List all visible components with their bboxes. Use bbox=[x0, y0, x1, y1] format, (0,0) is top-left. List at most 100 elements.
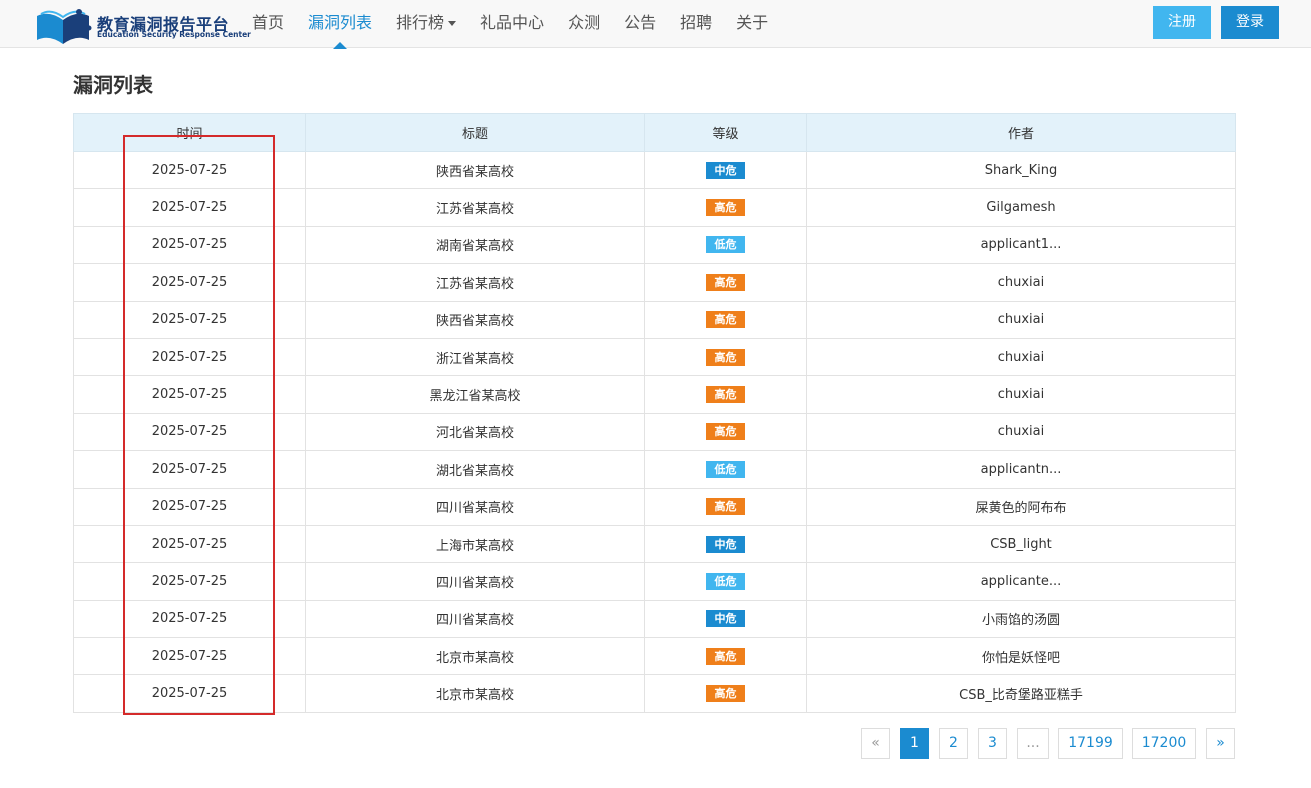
row-author-link[interactable]: applicantn... bbox=[806, 450, 1236, 489]
row-level: 高危 bbox=[644, 674, 807, 713]
row-level: 高危 bbox=[644, 188, 807, 227]
nav-crowdtest[interactable]: 众测 bbox=[556, 0, 612, 48]
table-row: 2025-07-25 陕西省某高校 高危 chuxiai bbox=[73, 300, 1236, 339]
row-date: 2025-07-25 bbox=[73, 300, 306, 339]
table-row: 2025-07-25 北京市某高校 高危 CSB_比奇堡路亚糕手 bbox=[73, 674, 1236, 713]
row-title-link[interactable]: 江苏省某高校 bbox=[305, 263, 645, 302]
register-button[interactable]: 注册 bbox=[1153, 6, 1211, 39]
row-title-link[interactable]: 四川省某高校 bbox=[305, 487, 645, 526]
table-row: 2025-07-25 四川省某高校 低危 applicante... bbox=[73, 562, 1236, 601]
page-button-2[interactable]: 2 bbox=[939, 728, 968, 759]
header-time: 时间 bbox=[73, 113, 306, 152]
nav-ranking[interactable]: 排行榜 bbox=[384, 0, 468, 48]
row-level: 高危 bbox=[644, 263, 807, 302]
top-navbar: 教育漏洞报告平台 Education Security Response Cen… bbox=[0, 0, 1311, 49]
row-date: 2025-07-25 bbox=[73, 487, 306, 526]
table-row: 2025-07-25 湖北省某高校 低危 applicantn... bbox=[73, 450, 1236, 489]
row-date: 2025-07-25 bbox=[73, 599, 306, 639]
row-title-link[interactable]: 湖北省某高校 bbox=[305, 450, 645, 489]
row-level: 高危 bbox=[644, 637, 807, 676]
table-row: 2025-07-25 河北省某高校 高危 chuxiai bbox=[73, 412, 1236, 452]
row-level: 低危 bbox=[644, 225, 807, 265]
row-title-link[interactable]: 浙江省某高校 bbox=[305, 337, 645, 377]
nav-recruit[interactable]: 招聘 bbox=[668, 0, 724, 48]
row-title-link[interactable]: 四川省某高校 bbox=[305, 599, 645, 639]
table-header-row: 时间 标题 等级 作者 bbox=[73, 113, 1236, 152]
vuln-table: 时间 标题 等级 作者 2025-07-25 陕西省某高校 中危 Shark_King… bbox=[73, 113, 1236, 713]
level-badge: 低危 bbox=[706, 236, 745, 254]
header-author: 作者 bbox=[806, 113, 1236, 152]
level-badge: 高危 bbox=[706, 685, 745, 703]
row-title-link[interactable]: 陕西省某高校 bbox=[305, 150, 645, 190]
row-author-link[interactable]: chuxiai bbox=[806, 375, 1236, 414]
row-author-link[interactable]: 屎黄色的阿布布 bbox=[806, 487, 1236, 526]
row-title-link[interactable]: 北京市某高校 bbox=[305, 637, 645, 676]
page-button-17200[interactable]: 17200 bbox=[1132, 728, 1196, 759]
row-author-link[interactable]: chuxiai bbox=[806, 412, 1236, 452]
row-author-link[interactable]: CSB_比奇堡路亚糕手 bbox=[806, 674, 1236, 713]
row-author-link[interactable]: CSB_light bbox=[806, 524, 1236, 564]
row-author-link[interactable]: applicante... bbox=[806, 562, 1236, 601]
nav-gift-center[interactable]: 礼品中心 bbox=[468, 0, 556, 48]
nav-announcement-label: 公告 bbox=[624, 13, 657, 32]
prev-page-button[interactable]: « bbox=[861, 728, 890, 759]
row-date: 2025-07-25 bbox=[73, 450, 306, 489]
row-title-link[interactable]: 北京市某高校 bbox=[305, 674, 645, 713]
nav-announcement[interactable]: 公告 bbox=[612, 0, 668, 48]
row-level: 高危 bbox=[644, 375, 807, 414]
row-title-link[interactable]: 湖南省某高校 bbox=[305, 225, 645, 265]
row-author-link[interactable]: chuxiai bbox=[806, 300, 1236, 339]
row-title-link[interactable]: 江苏省某高校 bbox=[305, 188, 645, 227]
row-title-link[interactable]: 上海市某高校 bbox=[305, 524, 645, 564]
header-title: 标题 bbox=[305, 113, 645, 152]
header-level: 等级 bbox=[644, 113, 807, 152]
level-badge: 高危 bbox=[706, 647, 745, 665]
nav-about[interactable]: 关于 bbox=[724, 0, 780, 48]
row-author-link[interactable]: Gilgamesh bbox=[806, 188, 1236, 227]
row-date: 2025-07-25 bbox=[73, 637, 306, 676]
table-row: 2025-07-25 四川省某高校 中危 小雨馅的汤圆 bbox=[73, 599, 1236, 639]
site-logo[interactable]: 教育漏洞报告平台 Education Security Response Cen… bbox=[33, 4, 251, 46]
level-badge: 高危 bbox=[706, 348, 745, 366]
page-button-3[interactable]: 3 bbox=[978, 728, 1007, 759]
row-date: 2025-07-25 bbox=[73, 375, 306, 414]
row-level: 中危 bbox=[644, 524, 807, 564]
row-author-link[interactable]: 小雨馅的汤圆 bbox=[806, 599, 1236, 639]
level-badge: 高危 bbox=[706, 273, 745, 291]
table-row: 2025-07-25 上海市某高校 中危 CSB_light bbox=[73, 524, 1236, 564]
level-badge: 低危 bbox=[706, 572, 745, 590]
row-date: 2025-07-25 bbox=[73, 524, 306, 564]
table-row: 2025-07-25 北京市某高校 高危 你怕是妖怪吧 bbox=[73, 637, 1236, 676]
row-author-link[interactable]: chuxiai bbox=[806, 263, 1236, 302]
level-badge: 中危 bbox=[706, 535, 745, 553]
table-row: 2025-07-25 浙江省某高校 高危 chuxiai bbox=[73, 337, 1236, 377]
page-button-17199[interactable]: 17199 bbox=[1058, 728, 1123, 759]
row-date: 2025-07-25 bbox=[73, 412, 306, 452]
row-title-link[interactable]: 陕西省某高校 bbox=[305, 300, 645, 339]
nav-about-label: 关于 bbox=[736, 13, 769, 32]
row-author-link[interactable]: applicant1... bbox=[806, 225, 1236, 265]
login-button[interactable]: 登录 bbox=[1221, 6, 1279, 39]
nav-vuln-list[interactable]: 漏洞列表 bbox=[296, 0, 384, 49]
table-row: 2025-07-25 黑龙江省某高校 高危 chuxiai bbox=[73, 375, 1236, 414]
book-logo-icon bbox=[37, 9, 92, 44]
row-author-link[interactable]: Shark_King bbox=[806, 150, 1236, 190]
row-author-link[interactable]: 你怕是妖怪吧 bbox=[806, 637, 1236, 676]
row-title-link[interactable]: 河北省某高校 bbox=[305, 412, 645, 452]
row-title-link[interactable]: 黑龙江省某高校 bbox=[305, 375, 645, 414]
row-date: 2025-07-25 bbox=[73, 263, 306, 302]
nav-home-label: 首页 bbox=[252, 13, 285, 32]
level-badge: 高危 bbox=[706, 199, 745, 217]
nav-ranking-label: 排行榜 bbox=[396, 13, 445, 32]
row-date: 2025-07-25 bbox=[73, 337, 306, 377]
level-badge: 高危 bbox=[706, 311, 745, 329]
nav-home[interactable]: 首页 bbox=[240, 0, 296, 48]
row-date: 2025-07-25 bbox=[73, 150, 306, 190]
next-page-button[interactable]: » bbox=[1206, 728, 1235, 759]
main-nav: 首页 漏洞列表 排行榜 礼品中心 众测 公告 招聘 关于 bbox=[240, 0, 780, 49]
row-level: 高危 bbox=[644, 337, 807, 377]
row-title-link[interactable]: 四川省某高校 bbox=[305, 562, 645, 601]
page-button-1[interactable]: 1 bbox=[900, 728, 929, 759]
row-level: 中危 bbox=[644, 150, 807, 190]
row-author-link[interactable]: chuxiai bbox=[806, 337, 1236, 377]
